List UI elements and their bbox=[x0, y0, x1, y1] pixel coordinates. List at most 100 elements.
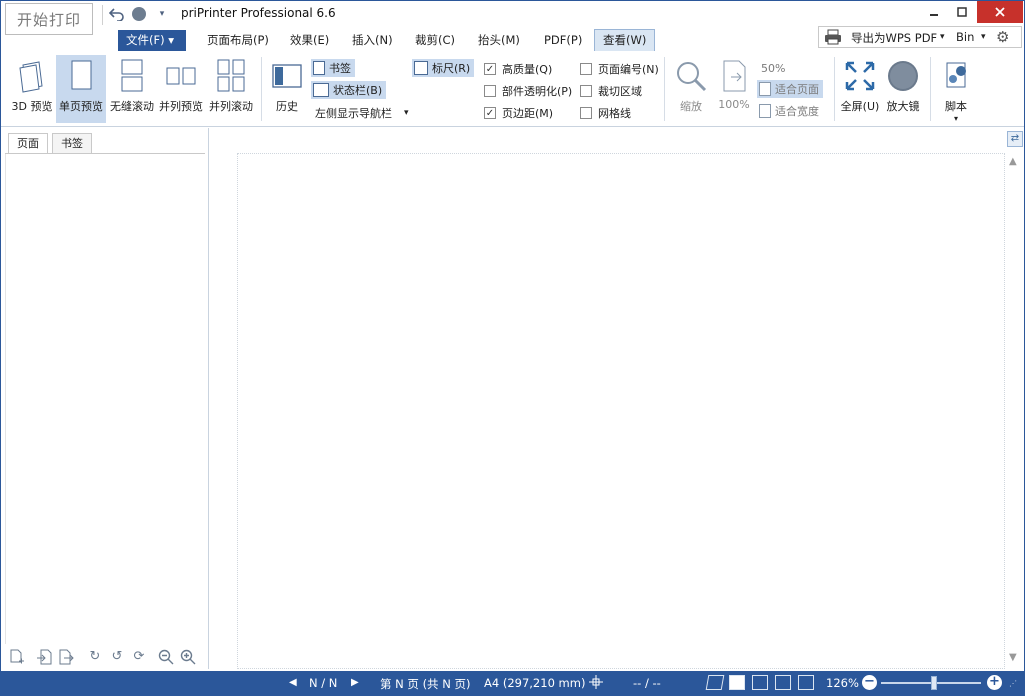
refresh-icon[interactable]: ⟳ bbox=[131, 649, 147, 665]
checkbox-label: 部件透明化(P) bbox=[502, 85, 573, 98]
zoom-100-label: 100% bbox=[718, 98, 750, 111]
zoom-50-button[interactable]: 50% bbox=[759, 59, 789, 77]
maximize-button[interactable] bbox=[947, 1, 977, 23]
tab-crop[interactable]: 裁剪(C) bbox=[407, 30, 463, 51]
tab-view[interactable]: 查看(W) bbox=[594, 29, 656, 51]
export-page-icon[interactable] bbox=[58, 649, 74, 665]
fit-width-icon bbox=[759, 104, 771, 118]
checkbox-box bbox=[484, 85, 496, 97]
vertical-scrollbar[interactable]: ⇄ ▲ ▼ bbox=[1006, 128, 1024, 669]
magnifier-button[interactable]: 放大镜 bbox=[883, 55, 923, 123]
crop-area-checkbox[interactable]: 裁切区域 bbox=[580, 83, 642, 99]
tab-pdf[interactable]: PDF(P) bbox=[536, 30, 590, 51]
tab-header[interactable]: 抬头(M) bbox=[470, 30, 528, 51]
undo-icon[interactable] bbox=[108, 5, 126, 23]
page-thumbnail-list[interactable] bbox=[5, 154, 205, 644]
printer-icon[interactable] bbox=[824, 29, 842, 48]
view-seamless-scroll-button[interactable]: 无缝滚动 bbox=[107, 55, 157, 123]
view-scroll-icon[interactable] bbox=[752, 675, 768, 690]
prev-page-icon[interactable]: ◀ bbox=[289, 677, 297, 688]
fit-page-icon bbox=[759, 82, 771, 96]
chevron-down-icon[interactable]: ▾ bbox=[981, 32, 986, 42]
tab-pages[interactable]: 页面 bbox=[8, 133, 48, 154]
fit-width-button[interactable]: 适合宽度 bbox=[757, 102, 823, 120]
import-page-icon[interactable] bbox=[36, 649, 52, 665]
fullscreen-button[interactable]: 全屏(U) bbox=[838, 55, 882, 123]
view-grid-icon[interactable] bbox=[798, 675, 814, 690]
view-side-by-side-scroll-button[interactable]: 并列滚动 bbox=[207, 55, 255, 123]
chevron-down-icon[interactable]: ▾ bbox=[940, 32, 945, 42]
scroll-up-icon[interactable]: ▲ bbox=[1009, 156, 1017, 167]
rotate-left-icon[interactable]: ↺ bbox=[109, 649, 125, 665]
view-side-by-side-icon[interactable] bbox=[775, 675, 791, 690]
bookmark-toggle[interactable]: 书签 bbox=[311, 59, 355, 77]
fullscreen-icon bbox=[843, 59, 877, 93]
nav-panel-dropdown[interactable]: 左侧显示导航栏 ▾ bbox=[313, 104, 413, 122]
ruler-label: 标尺(R) bbox=[432, 62, 471, 75]
ribbon: 3D 预览 单页预览 无缝滚动 并列预览 并列滚动 历史 书签 状态栏(B) 左… bbox=[1, 51, 1024, 127]
gear-icon[interactable]: ⚙ bbox=[996, 28, 1009, 46]
tab-effects[interactable]: 效果(E) bbox=[282, 30, 337, 51]
close-button[interactable] bbox=[977, 1, 1023, 23]
statusbar-toggle[interactable]: 状态栏(B) bbox=[311, 81, 387, 99]
fullscreen-label: 全屏(U) bbox=[840, 100, 880, 113]
app-window: 开始打印 ▾ priPrinter Professional 6.6 文件(F)… bbox=[0, 0, 1025, 696]
zoom-label: 缩放 bbox=[680, 100, 702, 113]
zoom-in-button[interactable]: + bbox=[987, 675, 1002, 690]
zoom-slider-thumb[interactable] bbox=[931, 676, 937, 690]
navigation-panel: 页面 书签 ↻ ↺ ⟳ bbox=[1, 128, 209, 669]
rotate-right-icon[interactable]: ↻ bbox=[87, 649, 103, 665]
page-preview[interactable] bbox=[237, 153, 1005, 669]
history-label: 历史 bbox=[276, 100, 298, 113]
dropdown-icon[interactable]: ▾ bbox=[153, 5, 171, 23]
fit-page-button[interactable]: 适合页面 bbox=[757, 80, 823, 98]
fit-page-label: 适合页面 bbox=[775, 83, 819, 96]
tab-bookmarks[interactable]: 书签 bbox=[52, 133, 92, 153]
zoom-out-icon[interactable] bbox=[158, 649, 174, 665]
side-by-side-scroll-icon bbox=[214, 59, 248, 93]
script-button[interactable]: 脚本 ▾ bbox=[937, 55, 975, 123]
margins-checkbox[interactable]: ✓ 页边距(M) bbox=[484, 105, 553, 121]
resize-grip-icon[interactable]: ⋰ bbox=[1009, 679, 1017, 688]
3d-preview-icon bbox=[15, 59, 49, 93]
view-mode-label: 并列滚动 bbox=[209, 100, 253, 113]
tab-page-layout[interactable]: 页面布局(P) bbox=[199, 30, 277, 51]
side-by-side-icon bbox=[164, 59, 198, 93]
scroll-down-icon[interactable]: ▼ bbox=[1009, 652, 1017, 663]
checkbox-box bbox=[580, 63, 592, 75]
export-wps-pdf-button[interactable]: 导出为WPS PDF bbox=[851, 30, 937, 46]
history-button[interactable]: 历史 bbox=[267, 55, 307, 123]
view-side-by-side-button[interactable]: 并列预览 bbox=[157, 55, 205, 123]
ribbon-separator bbox=[261, 57, 262, 121]
zoom-level: 126% bbox=[826, 676, 859, 690]
next-page-icon[interactable]: ▶ bbox=[351, 677, 359, 688]
gridlines-checkbox[interactable]: 网格线 bbox=[580, 105, 631, 121]
zoom-in-icon[interactable] bbox=[180, 649, 196, 665]
ribbon-separator bbox=[930, 57, 931, 121]
view-single-icon[interactable] bbox=[729, 675, 745, 690]
tab-insert[interactable]: 插入(N) bbox=[344, 30, 401, 51]
bin-selector[interactable]: Bin bbox=[956, 30, 974, 44]
checkbox-label: 高质量(Q) bbox=[502, 63, 553, 76]
high-quality-checkbox[interactable]: ✓ 高质量(Q) bbox=[484, 61, 552, 77]
panel-toggle-icon[interactable]: ⇄ bbox=[1007, 131, 1023, 147]
view-3d-preview-button[interactable]: 3D 预览 bbox=[9, 55, 55, 123]
preview-area[interactable]: ⇄ ▲ ▼ bbox=[210, 128, 1024, 669]
zoom-out-button[interactable]: − bbox=[862, 675, 877, 690]
zoom-100-button[interactable]: 100% bbox=[715, 55, 753, 123]
minimize-button[interactable] bbox=[919, 1, 949, 23]
view-single-page-button[interactable]: 单页预览 bbox=[56, 55, 106, 123]
page-numbers-checkbox[interactable]: 页面编号(N) bbox=[580, 61, 659, 77]
tab-file[interactable]: 文件(F) ▾ bbox=[118, 30, 186, 51]
quick-access-separator bbox=[102, 5, 103, 25]
zoom-button[interactable]: 缩放 bbox=[671, 55, 711, 123]
transparency-checkbox[interactable]: 部件透明化(P) bbox=[484, 83, 572, 99]
ruler-toggle[interactable]: 标尺(R) bbox=[412, 59, 475, 77]
chevron-down-icon: ▾ bbox=[404, 108, 409, 118]
view-3d-icon[interactable] bbox=[705, 675, 725, 690]
paper-size[interactable]: A4 (297,210 mm) bbox=[484, 676, 585, 690]
checkbox-label: 网格线 bbox=[598, 107, 631, 120]
tab-file-label: 文件(F) bbox=[126, 33, 165, 47]
add-page-icon[interactable] bbox=[9, 649, 25, 665]
circle-icon[interactable] bbox=[130, 5, 148, 23]
